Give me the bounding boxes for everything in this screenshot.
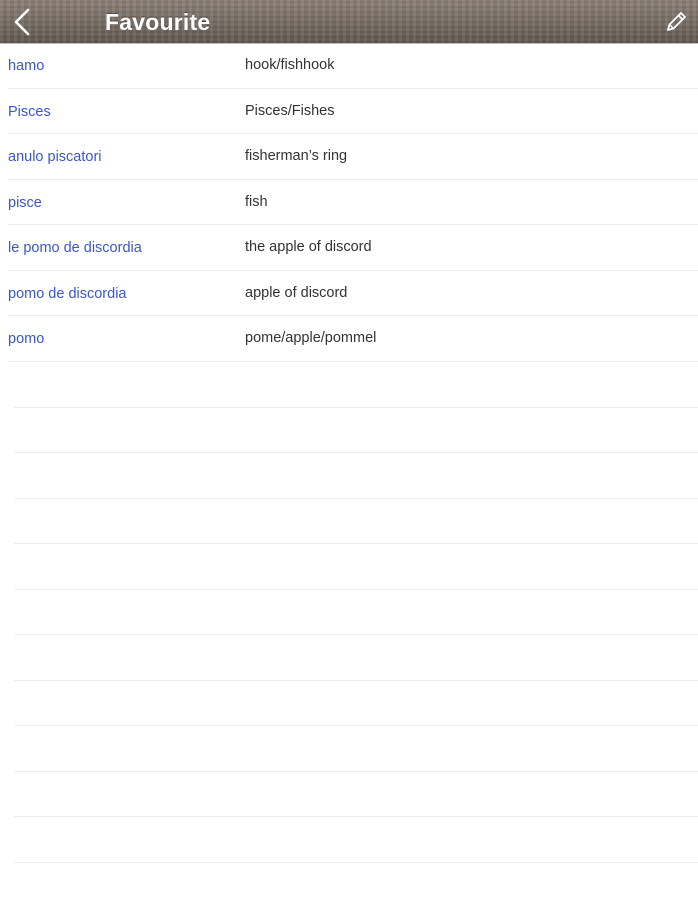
meaning-label: the apple of discord [245,239,372,255]
divider [14,408,698,453]
list-item[interactable]: le pomo de discordia the apple of discor… [8,225,698,271]
back-button[interactable] [6,4,40,40]
empty-rows [14,362,698,863]
meaning-label: fisherman’s ring [245,148,348,164]
divider [14,590,698,635]
divider [14,726,698,772]
meaning-label: Pisces/Fishes [245,102,335,119]
meaning-label: hook/fishhook [245,57,335,73]
term-label: pomo [8,331,45,347]
term-label: Pisces [8,103,51,120]
list-item[interactable]: pomo de discordia apple of discord [8,271,698,316]
list-item[interactable]: pomo pome/apple/pommel [8,316,698,362]
chevron-left-icon [6,4,40,40]
list-item[interactable]: anulo piscatori fisherman’s ring [8,134,698,180]
favourites-list: hamo hook/fishhook Pisces Pisces/Fishes … [0,43,698,362]
pencil-icon [660,7,690,37]
edit-button[interactable] [660,7,690,37]
term-label: pisce [8,194,42,211]
divider [14,499,698,544]
page-title: Favourite [105,9,211,35]
divider [14,772,698,817]
term-label: le pomo de discordia [8,240,142,256]
meaning-label: fish [245,193,268,210]
meaning-label: pome/apple/pommel [245,330,377,346]
divider [14,817,698,863]
divider [14,544,698,590]
term-label: hamo [8,58,45,74]
list-item[interactable]: hamo hook/fishhook [8,43,698,89]
list-item[interactable]: pisce fish [8,180,698,225]
divider [14,453,698,499]
term-label: pomo de discordia [8,285,127,302]
divider [14,681,698,726]
meaning-label: apple of discord [245,284,348,301]
list-item[interactable]: Pisces Pisces/Fishes [8,89,698,134]
divider [14,635,698,681]
term-label: anulo piscatori [8,149,102,165]
navigation-bar: Favourite [0,0,698,43]
divider [14,362,698,408]
